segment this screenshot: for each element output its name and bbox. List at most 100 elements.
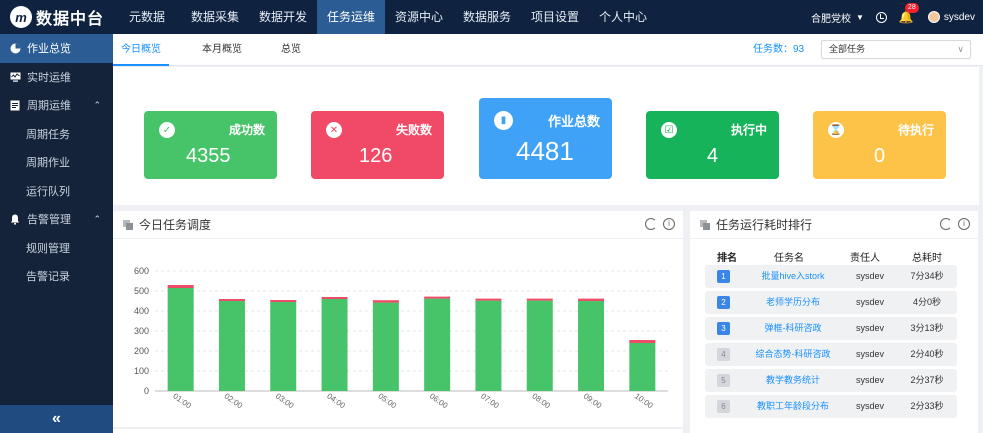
top-bar: m 数据中台 元数据 数据采集 数据开发 任务运维 资源中心 数据服务 项目设置…	[0, 0, 983, 34]
monitor-icon	[9, 71, 21, 83]
tab-month-overview[interactable]: 本月概览	[194, 34, 250, 66]
sidebar-item-cycle-jobs[interactable]: 周期作业	[0, 148, 113, 177]
info-icon[interactable]: i	[663, 218, 675, 230]
rank-number: 2	[717, 296, 730, 309]
ranking-row[interactable]: 4 综合态势-科研咨政 sysdev 2分40秒	[705, 343, 957, 366]
notification-bell[interactable]: 🔔 28	[899, 3, 919, 24]
tab-overview[interactable]: 总览	[273, 34, 309, 66]
running-count-card[interactable]: ☑ 执行中 4	[646, 111, 779, 179]
clock-icon[interactable]	[875, 11, 887, 23]
success-count-card[interactable]: ✓ 成功数 4355	[144, 111, 277, 179]
task-count: 任务数：93	[753, 44, 805, 55]
running-icon: ☑	[661, 122, 677, 138]
bar-failure	[526, 298, 553, 301]
rank-task-name-link[interactable]: 教学教务统计	[748, 369, 838, 392]
y-tick-label: 500	[134, 286, 149, 296]
x-tick-label: 06:00	[428, 392, 450, 411]
rank-duration: 3分13秒	[910, 323, 944, 333]
nav-item-resource-center[interactable]: 资源中心	[385, 0, 453, 34]
username[interactable]: sysdev	[944, 12, 975, 23]
x-tick-label: 05:00	[376, 392, 398, 411]
failure-count-card[interactable]: ✕ 失败数 126	[311, 111, 444, 179]
nav-item-data-service[interactable]: 数据服务	[453, 0, 521, 34]
nav-item-project-settings[interactable]: 项目设置	[521, 0, 589, 34]
logo[interactable]: m 数据中台	[0, 0, 113, 34]
ranking-row[interactable]: 1 批量hive入stork sysdev 7分34秒	[705, 265, 957, 288]
top-right-tools: 合肥党校 ▼ 🔔 28 sysdev	[811, 0, 983, 34]
sidebar-item-alert-records[interactable]: 告警记录	[0, 262, 113, 291]
sidebar-item-job-overview[interactable]: 作业总览	[0, 34, 113, 63]
x-tick-label: 10:00	[633, 392, 655, 411]
collapse-sidebar-button[interactable]: «	[0, 405, 113, 433]
rank-duration: 7分34秒	[910, 271, 944, 281]
x-tick-label: 02:00	[223, 392, 245, 411]
bar-failure	[475, 298, 502, 301]
ranking-row[interactable]: 5 教学教务统计 sysdev 2分37秒	[705, 369, 957, 392]
x-tick-label: 01:00	[171, 392, 193, 411]
bar-failure	[321, 297, 348, 299]
nav-item-data-collection[interactable]: 数据采集	[181, 0, 249, 34]
rank-task-name-link[interactable]: 老师学历分布	[748, 291, 838, 314]
info-icon[interactable]: i	[958, 218, 970, 230]
rank-duration: 4分0秒	[912, 297, 941, 307]
sidebar-item-label: 运行队列	[26, 185, 70, 198]
rank-owner: sysdev	[855, 401, 884, 411]
sidebar-item-label: 作业总览	[27, 43, 71, 56]
refresh-icon[interactable]	[940, 218, 952, 230]
ranking-row[interactable]: 6 教职工年龄段分布 sysdev 2分33秒	[705, 395, 957, 418]
rank-task-name-link[interactable]: 综合态势-科研咨政	[748, 343, 838, 366]
dashboard-icon	[9, 42, 21, 54]
nav-item-task-ops[interactable]: 任务运维	[317, 0, 385, 34]
ranking-row[interactable]: 3 弹框-科研咨政 sysdev 3分13秒	[705, 317, 957, 340]
bar-success	[629, 343, 656, 391]
check-icon: ✓	[159, 122, 175, 138]
sidebar-item-run-queue[interactable]: 运行队列	[0, 177, 113, 206]
sidebar-item-rule-management[interactable]: 规则管理	[0, 234, 113, 263]
panel-tools: i	[934, 218, 970, 230]
rank-task-name-link[interactable]: 教职工年龄段分布	[748, 395, 838, 418]
rank-owner: sysdev	[855, 349, 884, 359]
nav-item-metadata[interactable]: 元数据	[113, 0, 181, 34]
card-label: 成功数	[228, 123, 265, 137]
y-tick-label: 400	[134, 306, 149, 316]
rank-number: 4	[717, 348, 730, 361]
card-label: 执行中	[730, 123, 767, 137]
y-tick-label: 600	[134, 266, 149, 276]
refresh-icon[interactable]	[645, 218, 657, 230]
rank-header-owner: 责任人	[850, 253, 880, 264]
bar-success	[526, 300, 553, 391]
bar-failure	[270, 300, 297, 302]
sidebar-item-label: 周期作业	[26, 157, 70, 170]
rank-task-name-link[interactable]: 批量hive入stork	[748, 265, 838, 288]
task-filter-select[interactable]: 全部任务 ∨	[821, 40, 971, 59]
tab-today-overview[interactable]: 今日概览	[113, 34, 169, 66]
nav-item-data-development[interactable]: 数据开发	[249, 0, 317, 34]
school-name: 合肥党校	[811, 13, 851, 25]
sidebar-item-cycle-tasks[interactable]: 周期任务	[0, 120, 113, 149]
logo-mark-icon: m	[10, 6, 32, 28]
y-tick-label: 100	[134, 366, 149, 376]
sidebar-item-alert-management[interactable]: 告警管理 ⌃	[0, 205, 113, 234]
x-tick-label: 04:00	[325, 392, 347, 411]
sidebar-item-cycle-ops[interactable]: 周期运维 ⌃	[0, 91, 113, 120]
card-value: 126	[359, 145, 393, 167]
total-jobs-card[interactable]: ▮ 作业总数 4481	[479, 98, 612, 179]
card-label: 作业总数	[547, 114, 600, 129]
panel-icon	[123, 219, 133, 230]
stat-panel: ✓ 成功数 4355 ✕ 失败数 126 ▮ 作业总数 4481 ☑ 执行中 4…	[113, 67, 979, 205]
nav-item-personal-center[interactable]: 个人中心	[589, 0, 657, 34]
chevron-down-icon: ∨	[957, 44, 964, 54]
panel-title: 任务运行耗时排行	[716, 218, 813, 232]
x-tick-label: 09:00	[582, 392, 604, 411]
rank-duration: 2分33秒	[910, 401, 944, 411]
ranking-row[interactable]: 2 老师学历分布 sysdev 4分0秒	[705, 291, 957, 314]
card-value: 0	[874, 145, 886, 167]
pending-count-card[interactable]: ⌛ 待执行 0	[813, 111, 946, 179]
sidebar-item-label: 规则管理	[26, 242, 70, 255]
school-selector[interactable]: 合肥党校 ▼	[811, 10, 864, 25]
bar-failure	[218, 299, 245, 301]
rank-owner: sysdev	[855, 271, 884, 281]
sidebar-item-realtime-ops[interactable]: 实时运维	[0, 63, 113, 92]
rank-task-name-link[interactable]: 弹框-科研咨政	[748, 317, 838, 340]
avatar[interactable]	[927, 11, 940, 23]
